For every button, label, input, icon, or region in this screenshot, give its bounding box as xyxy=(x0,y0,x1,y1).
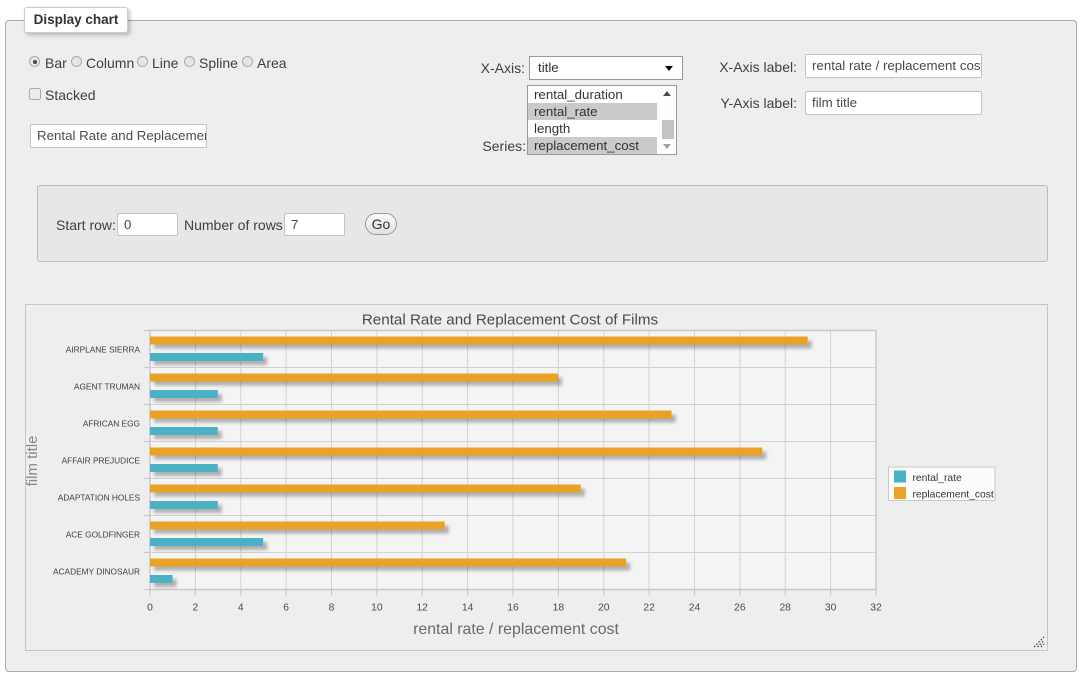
svg-text:30: 30 xyxy=(825,603,837,614)
svg-text:16: 16 xyxy=(507,603,519,614)
svg-text:ACE GOLDFINGER: ACE GOLDFINGER xyxy=(66,530,140,540)
svg-text:2: 2 xyxy=(193,603,199,614)
svg-text:AFRICAN EGG: AFRICAN EGG xyxy=(83,419,140,429)
svg-text:AFFAIR PREJUDICE: AFFAIR PREJUDICE xyxy=(62,456,141,466)
svg-text:22: 22 xyxy=(643,603,655,614)
svg-text:ADAPTATION HOLES: ADAPTATION HOLES xyxy=(58,493,141,503)
svg-text:10: 10 xyxy=(371,603,383,614)
svg-text:8: 8 xyxy=(329,603,335,614)
svg-text:4: 4 xyxy=(238,603,244,614)
svg-text:24: 24 xyxy=(689,603,701,614)
svg-text:20: 20 xyxy=(598,603,610,614)
svg-text:AGENT TRUMAN: AGENT TRUMAN xyxy=(74,382,140,392)
svg-text:0: 0 xyxy=(147,603,153,614)
svg-text:ACADEMY DINOSAUR: ACADEMY DINOSAUR xyxy=(53,567,140,577)
svg-text:rental_rate: rental_rate xyxy=(913,473,963,484)
svg-text:32: 32 xyxy=(870,603,882,614)
svg-text:26: 26 xyxy=(734,603,746,614)
svg-text:Rental Rate and Replacement Co: Rental Rate and Replacement Cost of Film… xyxy=(362,312,659,329)
svg-text:replacement_cost: replacement_cost xyxy=(913,490,994,501)
svg-text:AIRPLANE SIERRA: AIRPLANE SIERRA xyxy=(66,345,141,355)
svg-text:rental rate / replacement cost: rental rate / replacement cost xyxy=(413,621,619,638)
svg-text:28: 28 xyxy=(779,603,791,614)
svg-text:6: 6 xyxy=(283,603,289,614)
svg-text:film title: film title xyxy=(25,436,41,487)
svg-text:18: 18 xyxy=(553,603,565,614)
svg-text:14: 14 xyxy=(462,603,474,614)
svg-text:12: 12 xyxy=(416,603,428,614)
